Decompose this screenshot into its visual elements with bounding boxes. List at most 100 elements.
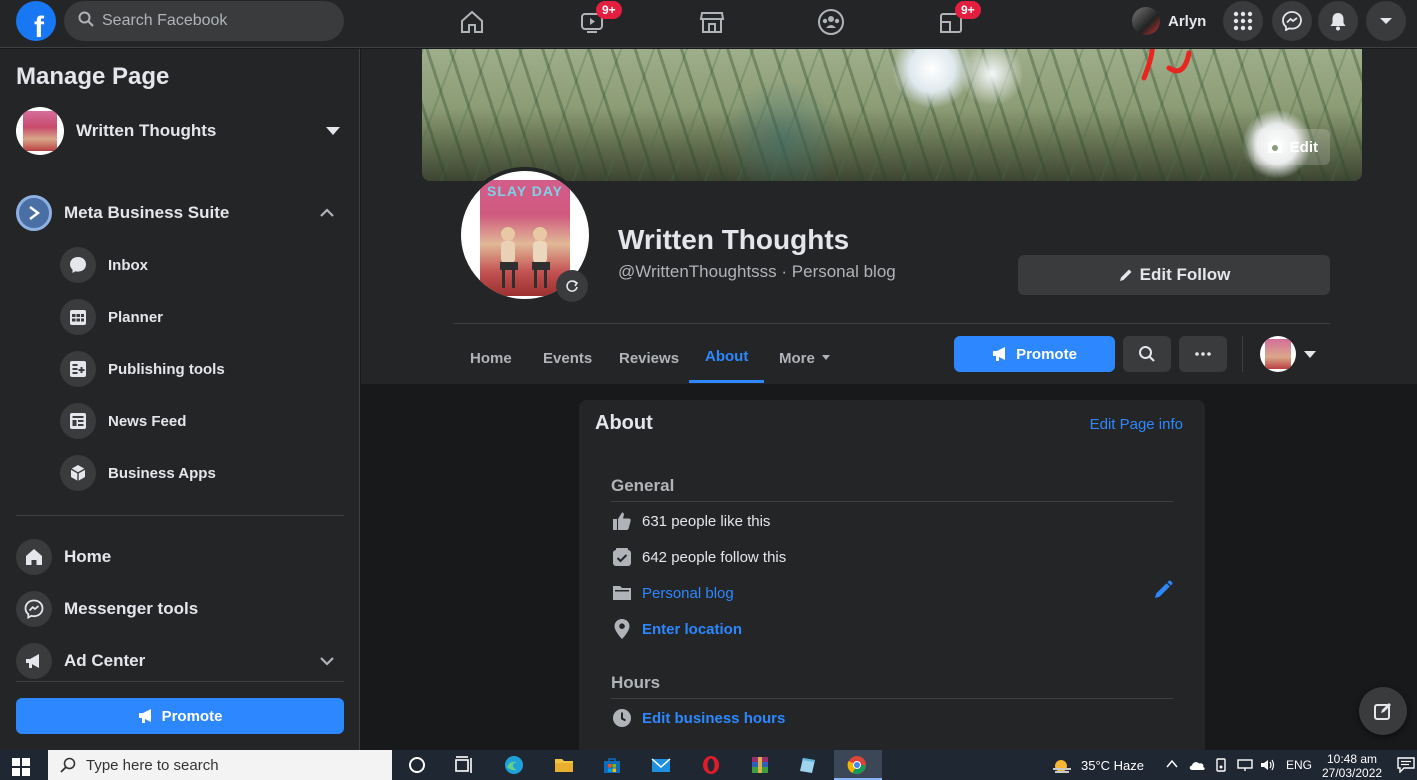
- category-row: Personal blog: [611, 581, 1173, 605]
- messenger-icon: [1282, 11, 1302, 31]
- location-pin-icon: [611, 618, 633, 640]
- network-icon[interactable]: [1236, 758, 1254, 772]
- search-input[interactable]: Search Facebook: [64, 1, 344, 41]
- sidebar-promote-button[interactable]: Promote: [16, 698, 344, 734]
- follows-row: 642 people follow this: [611, 545, 1173, 569]
- facebook-logo-letter: f: [34, 11, 44, 41]
- sidebar-item-business-apps[interactable]: Business Apps: [60, 455, 344, 491]
- sidebar-title: Manage Page: [16, 63, 170, 90]
- change-profile-picture-button[interactable]: [556, 270, 588, 302]
- chrome-icon: [847, 756, 866, 774]
- weather-text[interactable]: 35°C Haze: [1081, 758, 1144, 773]
- menu-button[interactable]: [1223, 1, 1263, 41]
- edit-page-info-link[interactable]: Edit Page info: [1090, 416, 1183, 433]
- sidebar-promote-label: Promote: [161, 707, 223, 725]
- winrar-icon[interactable]: [749, 755, 771, 775]
- promote-button[interactable]: Promote: [954, 336, 1115, 372]
- clock-time: 10:48 am: [1327, 752, 1378, 766]
- sidebar-item-label: Messenger tools: [64, 599, 199, 618]
- nav-gaming-button[interactable]: 9+: [921, 1, 981, 40]
- news-feed-icon: [60, 403, 96, 439]
- system-clock[interactable]: 10:48 am 27/03/2022: [1322, 752, 1382, 780]
- about-title: About: [595, 412, 653, 434]
- edit-follow-button[interactable]: Edit Follow: [1018, 255, 1330, 295]
- task-view-icon[interactable]: [453, 755, 475, 775]
- enter-location-link[interactable]: Enter location: [642, 621, 742, 638]
- category-link[interactable]: Personal blog: [642, 585, 734, 602]
- edit-cover-button[interactable]: Edit: [1253, 129, 1330, 165]
- weather-haze-icon[interactable]: [1052, 758, 1072, 774]
- taskbar-search-input[interactable]: Type here to search: [48, 750, 392, 780]
- messenger-button[interactable]: [1272, 1, 1312, 41]
- volume-icon[interactable]: [1260, 758, 1276, 772]
- opera-browser-icon[interactable]: [700, 755, 722, 775]
- tab-events[interactable]: Events: [527, 333, 608, 383]
- sidebar-item-news-feed[interactable]: News Feed: [60, 403, 344, 439]
- input-language[interactable]: ENG: [1286, 758, 1312, 772]
- manage-page-sidebar: Manage Page Written Thoughts Meta Busine…: [0, 49, 360, 750]
- meta-business-suite-toggle[interactable]: Meta Business Suite: [16, 195, 344, 231]
- page-selector[interactable]: Written Thoughts: [16, 107, 344, 155]
- page-username-category: @WrittenThoughtsss · Personal blog: [618, 262, 896, 281]
- microsoft-store-icon[interactable]: [601, 755, 623, 775]
- about-card: About Edit Page info General 631 people …: [579, 400, 1205, 760]
- new-message-button[interactable]: [1359, 687, 1407, 735]
- sidebar-item-label: Inbox: [108, 256, 148, 274]
- sidebar-item-ad-center[interactable]: Ad Center: [16, 643, 344, 679]
- pencil-icon: [1119, 269, 1132, 281]
- megaphone-icon: [16, 643, 52, 679]
- section-divider: [611, 698, 1173, 699]
- sidebar-item-publishing-tools[interactable]: Publishing tools: [60, 351, 344, 387]
- caret-down-icon[interactable]: [1304, 351, 1316, 358]
- calendar-grid-icon: [60, 299, 96, 335]
- profile-chip[interactable]: Arlyn: [1128, 4, 1206, 38]
- grid-menu-icon: [1233, 11, 1253, 31]
- chevron-up-icon[interactable]: [1166, 759, 1178, 769]
- device-icon[interactable]: [1214, 758, 1228, 772]
- sidebar-item-label: Business Apps: [108, 464, 216, 482]
- nav-watch-button[interactable]: 9+: [562, 1, 622, 40]
- sidebar-item-messenger-tools[interactable]: Messenger tools: [16, 591, 344, 627]
- edit-business-hours-link[interactable]: Edit business hours: [642, 710, 785, 727]
- sidebar-item-inbox[interactable]: Inbox: [60, 247, 344, 283]
- tab-more[interactable]: More: [763, 333, 847, 383]
- facebook-logo-icon[interactable]: f: [16, 1, 56, 41]
- notification-center-icon[interactable]: [1397, 757, 1415, 773]
- account-menu-button[interactable]: [1366, 1, 1406, 41]
- nav-groups-button[interactable]: [801, 4, 861, 40]
- hours-section-title: Hours: [611, 673, 661, 692]
- edge-browser-icon[interactable]: [503, 755, 525, 775]
- search-icon: [78, 11, 94, 32]
- profile-artwork-text: SLAY DAY: [487, 183, 563, 199]
- refresh-icon: [566, 280, 579, 292]
- file-explorer-icon[interactable]: [553, 755, 575, 775]
- chrome-taskbar-button[interactable]: [834, 750, 882, 780]
- edit-category-button[interactable]: [1153, 580, 1173, 605]
- promote-label: Promote: [1016, 345, 1077, 363]
- windows-start-button[interactable]: [12, 758, 30, 780]
- notifications-button[interactable]: [1318, 1, 1358, 41]
- mail-icon[interactable]: [650, 755, 672, 775]
- acting-as-avatar[interactable]: [1260, 336, 1296, 372]
- sidebar-item-home[interactable]: Home: [16, 539, 344, 575]
- messenger-icon: [16, 591, 52, 627]
- cube-icon: [60, 455, 96, 491]
- top-navigation-bar: f Search Facebook 9+ 9+ Arlyn: [0, 0, 1417, 48]
- page-title: Written Thoughts: [618, 224, 850, 255]
- windows-logo-icon: [12, 758, 30, 776]
- taskbar-search-placeholder: Type here to search: [86, 756, 219, 774]
- onedrive-cloud-icon[interactable]: [1188, 759, 1206, 771]
- tab-about[interactable]: About: [689, 333, 765, 383]
- edit-follow-label: Edit Follow: [1139, 265, 1231, 284]
- thumbs-up-icon: [611, 510, 633, 532]
- tab-reviews[interactable]: Reviews: [603, 333, 695, 383]
- sidebar-item-label: News Feed: [108, 412, 187, 430]
- more-options-button[interactable]: [1179, 336, 1227, 372]
- cortana-icon[interactable]: [406, 755, 428, 775]
- tab-home[interactable]: Home: [454, 333, 528, 383]
- nav-marketplace-button[interactable]: [682, 4, 742, 40]
- page-search-button[interactable]: [1123, 336, 1171, 372]
- sidebar-item-planner[interactable]: Planner: [60, 299, 344, 335]
- nav-home-button[interactable]: [442, 4, 502, 40]
- notes-app-icon[interactable]: [797, 755, 819, 775]
